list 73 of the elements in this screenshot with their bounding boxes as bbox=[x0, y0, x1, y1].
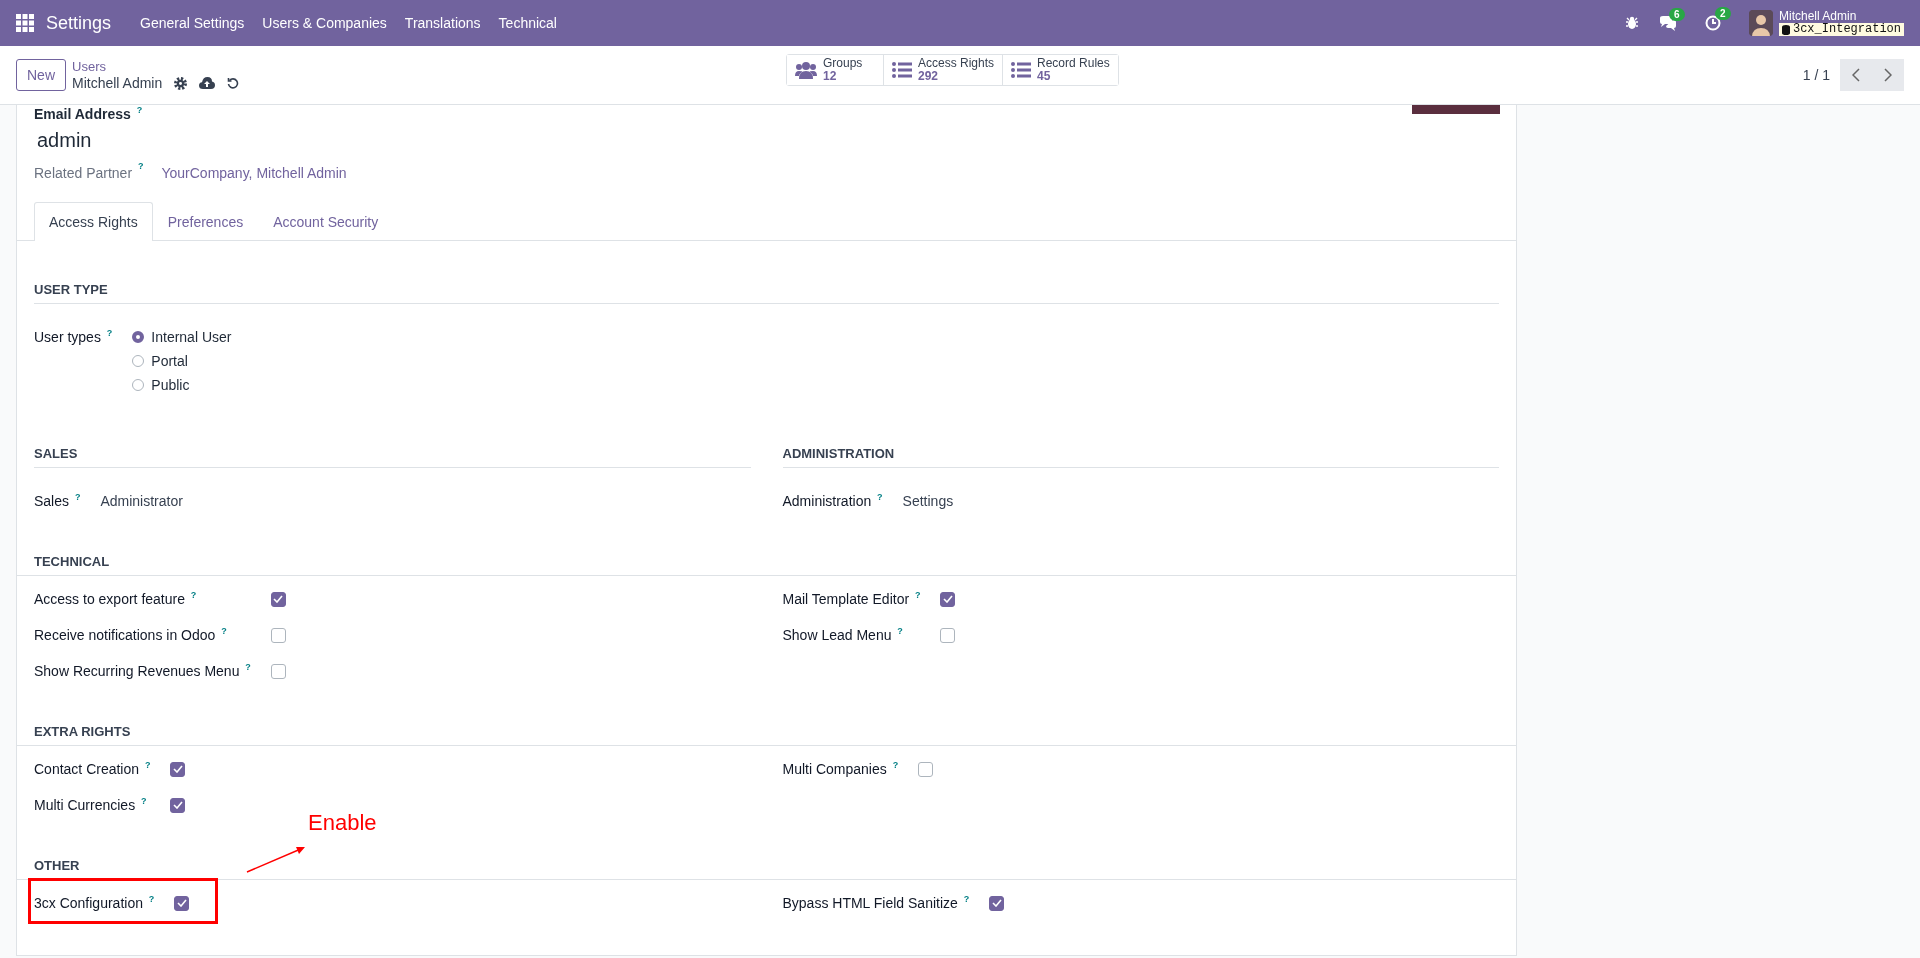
checkbox[interactable] bbox=[270, 591, 286, 607]
field-label: 3cx Configuration $^{?}$ bbox=[34, 893, 155, 913]
field-label: Related Partner $^{?}$ bbox=[34, 165, 144, 181]
section-heading: OTHER bbox=[34, 858, 80, 873]
field-label: Bypass HTML Field Sanitize $^{?}$ bbox=[782, 893, 970, 913]
radio-button[interactable] bbox=[132, 355, 145, 367]
checkbox[interactable] bbox=[174, 895, 190, 911]
field-label: Show Lead Menu $^{?}$ bbox=[782, 625, 903, 645]
apps-menu-icon[interactable] bbox=[16, 14, 34, 32]
message-count-badge: 6 bbox=[1668, 7, 1685, 21]
field-label: Show Recurring Revenues Menu $^{?}$ bbox=[34, 661, 251, 681]
clock-icon[interactable] bbox=[1704, 15, 1721, 31]
field-label: User types $^{?}$ bbox=[34, 327, 113, 347]
chevron-right-icon bbox=[1884, 68, 1892, 82]
radio-button[interactable] bbox=[132, 379, 145, 391]
field-value: Settings bbox=[902, 493, 954, 509]
list-icon bbox=[892, 62, 912, 78]
menu-item[interactable]: Translations bbox=[395, 15, 490, 31]
database-name: 3cx_Integration bbox=[1792, 23, 1901, 36]
app-title[interactable]: Settings bbox=[46, 12, 112, 34]
record-title: Mitchell Admin bbox=[72, 75, 163, 91]
field-label: Mail Template Editor $^{?}$ bbox=[782, 589, 921, 609]
arrow bbox=[245, 844, 307, 874]
radio-label: Portal bbox=[151, 353, 188, 369]
field-label: Administration $^{?}$ bbox=[782, 491, 883, 511]
section-heading: TECHNICAL bbox=[34, 554, 110, 569]
pager-value: 1 / 1 bbox=[1802, 67, 1830, 83]
field-label: Sales $^{?}$ bbox=[34, 491, 81, 511]
database-icon bbox=[1781, 24, 1790, 35]
list-icon bbox=[1011, 62, 1032, 78]
radio-label: Public bbox=[151, 377, 190, 393]
undo-icon[interactable] bbox=[227, 77, 240, 89]
checkbox[interactable] bbox=[170, 797, 186, 813]
section-heading: EXTRA RIGHTS bbox=[34, 724, 131, 739]
checkbox[interactable] bbox=[940, 627, 956, 643]
field-label: Multi Companies $^{?}$ bbox=[782, 759, 899, 779]
checkbox[interactable] bbox=[170, 761, 186, 777]
radio-button[interactable] bbox=[132, 331, 145, 343]
field-label: Receive notifications in Odoo $^{?}$ bbox=[34, 625, 227, 645]
breadcrumb-link[interactable]: Users bbox=[72, 59, 240, 75]
field-label: Email Address $^{?}$ bbox=[34, 105, 143, 123]
tab[interactable]: Access Rights bbox=[34, 202, 153, 241]
checkbox[interactable] bbox=[270, 627, 286, 643]
bug-icon[interactable] bbox=[1624, 16, 1639, 30]
user-name[interactable]: Mitchell Admin bbox=[1778, 10, 1904, 23]
menu-item[interactable]: Technical bbox=[489, 15, 566, 31]
tab[interactable]: Preferences bbox=[152, 202, 259, 241]
field-label: Multi Currencies $^{?}$ bbox=[34, 795, 147, 815]
users-icon bbox=[795, 61, 817, 79]
chevron-left-icon bbox=[1852, 68, 1860, 82]
checkbox[interactable] bbox=[940, 591, 956, 607]
field-label: Access to export feature $^{?}$ bbox=[34, 589, 197, 609]
menu-item[interactable]: General Settings bbox=[131, 15, 254, 31]
checkbox[interactable] bbox=[989, 895, 1005, 911]
new-button[interactable]: New bbox=[16, 59, 66, 91]
partner-link[interactable]: YourCompany, Mitchell Admin bbox=[161, 165, 347, 181]
section-heading: SALES bbox=[34, 446, 78, 461]
tab[interactable]: Account Security bbox=[258, 202, 394, 241]
section-heading: ADMINISTRATION bbox=[782, 446, 895, 461]
field-value: Administrator bbox=[100, 493, 183, 509]
cloud-upload-icon[interactable] bbox=[199, 77, 216, 89]
radio-label: Internal User bbox=[151, 329, 232, 345]
annotation-text: Enable bbox=[308, 810, 377, 836]
activity-count-badge: 2 bbox=[1714, 7, 1731, 20]
checkbox[interactable] bbox=[918, 761, 934, 777]
user-avatar[interactable] bbox=[1748, 10, 1773, 36]
menu-item[interactable]: Users & Companies bbox=[253, 15, 396, 31]
section-heading: USER TYPE bbox=[34, 282, 108, 297]
checkbox[interactable] bbox=[270, 663, 286, 679]
settings-icon[interactable] bbox=[174, 76, 188, 90]
smart-button[interactable]: Record Rules 45 bbox=[1002, 55, 1118, 85]
email-value: admin bbox=[37, 128, 92, 153]
field-label: Contact Creation $^{?}$ bbox=[34, 759, 151, 779]
